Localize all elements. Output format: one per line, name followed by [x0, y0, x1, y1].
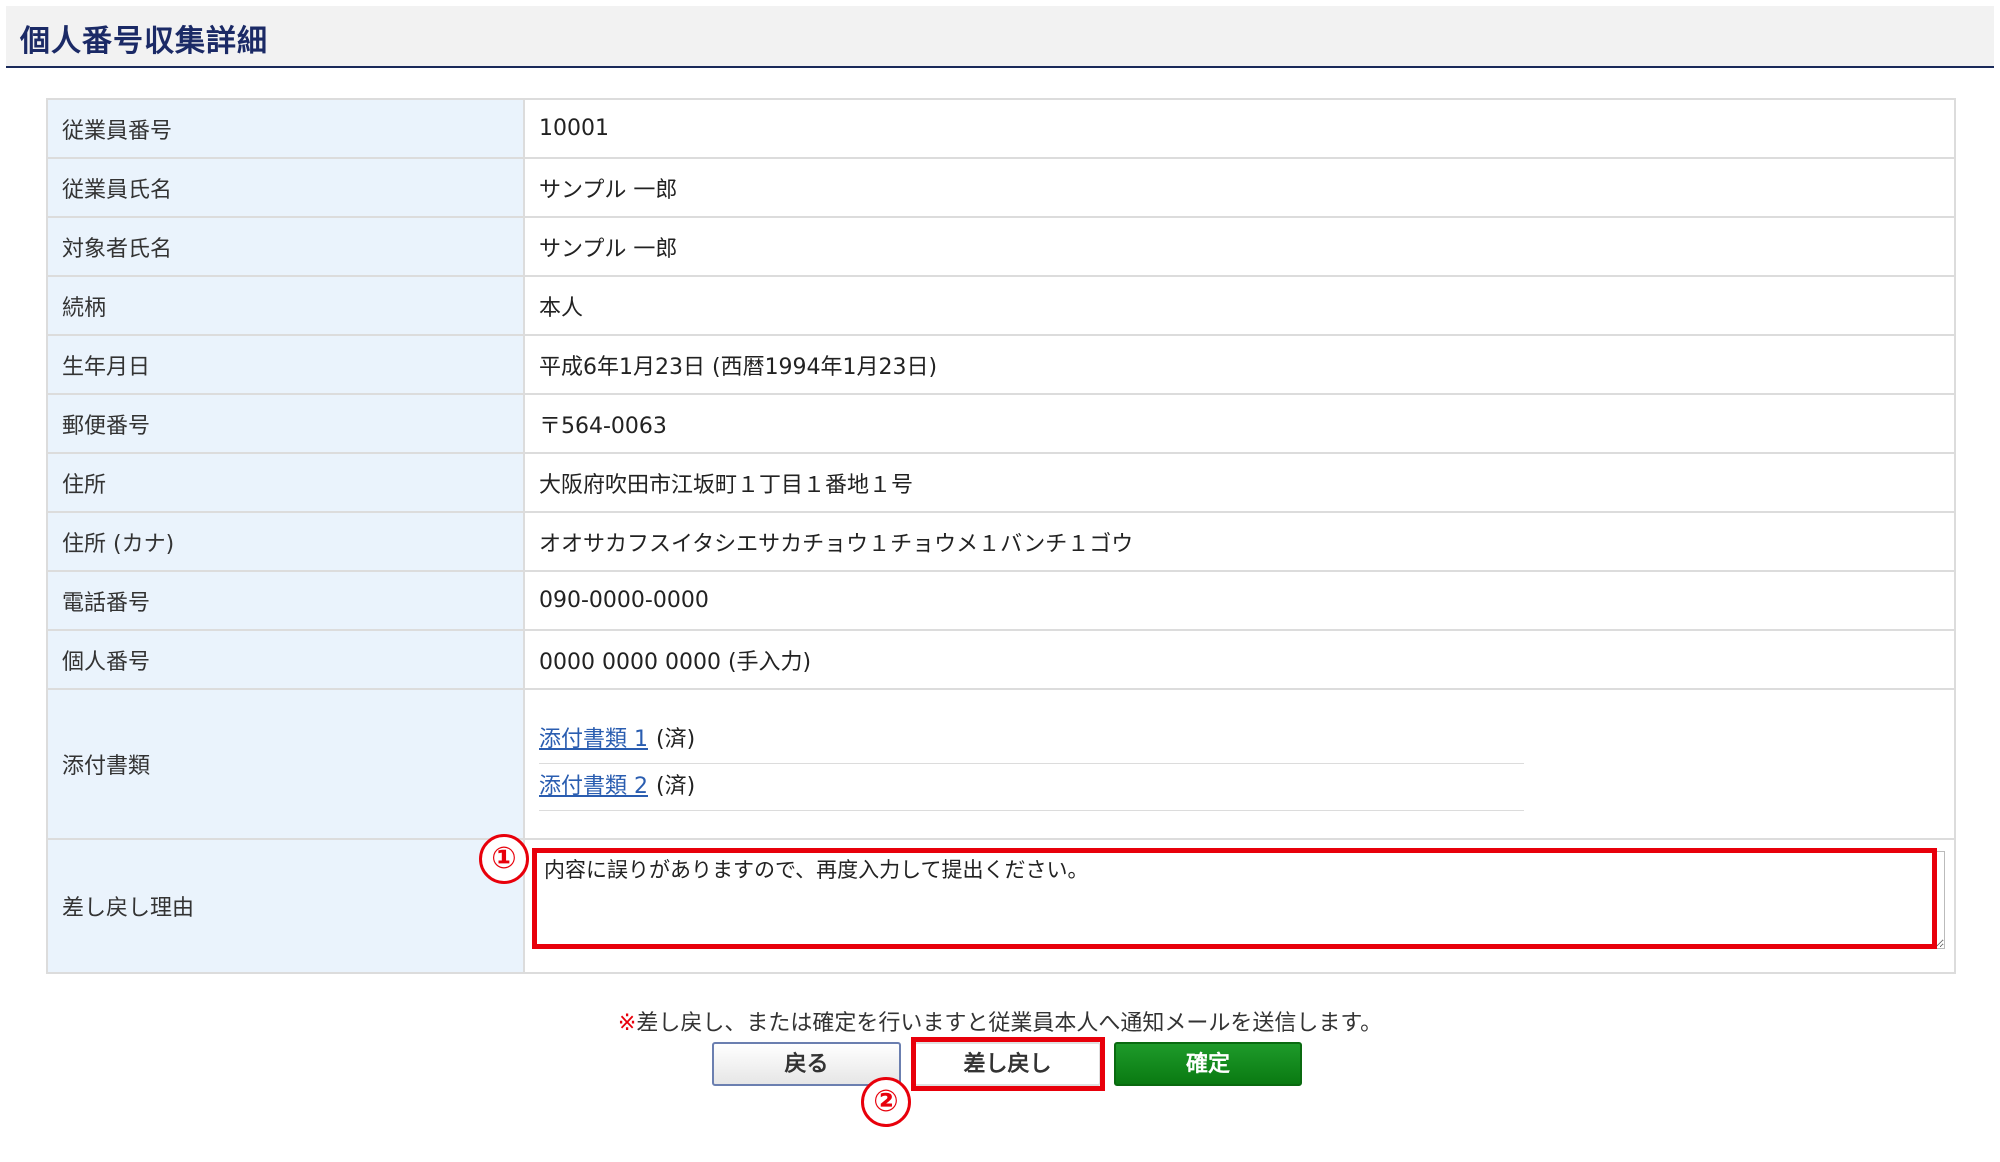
row-label: 住所	[46, 452, 525, 513]
row-employee-name: 従業員氏名 サンプル 一郎	[46, 157, 1956, 218]
attachment-status: (済)	[656, 727, 696, 752]
address-value: 大阪府吹田市江坂町１丁目１番地１号	[523, 452, 1956, 513]
row-postal-code: 郵便番号 〒564-0063	[46, 393, 1956, 454]
page-title: 個人番号収集詳細	[20, 24, 268, 59]
row-attachments: 添付書類 添付書類 1 (済) 添付書類 2 (済)	[46, 688, 1956, 840]
row-address-kana: 住所 (カナ) オオサカフスイタシエサカチョウ１チョウメ１バンチ１ゴウ	[46, 511, 1956, 572]
row-return-reason: 差し戻し理由 内容に誤りがありますので、再度入力して提出ください。	[46, 838, 1956, 974]
row-personal-number: 個人番号 0000 0000 0000 (手入力)	[46, 629, 1956, 690]
postal-code-value: 〒564-0063	[523, 393, 1956, 454]
return-reason-textarea[interactable]: 内容に誤りがありますので、再度入力して提出ください。	[535, 851, 1945, 949]
personal-number-value: 0000 0000 0000 (手入力)	[523, 629, 1956, 690]
attachment-item: 添付書類 1 (済)	[539, 717, 1524, 764]
attachment-list: 添付書類 1 (済) 添付書類 2 (済)	[539, 707, 1524, 821]
row-label: 生年月日	[46, 334, 525, 395]
row-birthdate: 生年月日 平成6年1月23日 (西暦1994年1月23日)	[46, 334, 1956, 395]
row-employee-number: 従業員番号 10001	[46, 98, 1956, 159]
return-button[interactable]: 差し戻し	[914, 1042, 1101, 1086]
row-label: 添付書類	[46, 688, 525, 840]
row-label: 差し戻し理由	[46, 838, 525, 974]
attachments-cell: 添付書類 1 (済) 添付書類 2 (済)	[523, 688, 1956, 840]
employee-number-value: 10001	[523, 98, 1956, 159]
address-kana-value: オオサカフスイタシエサカチョウ１チョウメ１バンチ１ゴウ	[523, 511, 1956, 572]
row-label: 個人番号	[46, 629, 525, 690]
annotation-marker-2: ②	[861, 1077, 911, 1127]
return-reason-cell: 内容に誤りがありますので、再度入力して提出ください。	[523, 838, 1956, 974]
confirm-button[interactable]: 確定	[1114, 1042, 1302, 1086]
row-phone: 電話番号 090-0000-0000	[46, 570, 1956, 631]
annotation-marker-1: ①	[479, 834, 529, 884]
target-name-value: サンプル 一郎	[523, 216, 1956, 277]
notice-mark: ※	[617, 1011, 637, 1036]
relationship-value: 本人	[523, 275, 1956, 336]
attachment-status: (済)	[656, 774, 696, 799]
row-label: 従業員氏名	[46, 157, 525, 218]
attachment-link-1[interactable]: 添付書類 1	[539, 727, 648, 752]
phone-value: 090-0000-0000	[523, 570, 1956, 631]
row-address: 住所 大阪府吹田市江坂町１丁目１番地１号	[46, 452, 1956, 513]
notice-message: 差し戻し、または確定を行いますと従業員本人へ通知メールを送信します。	[636, 1011, 1383, 1036]
row-relationship: 続柄 本人	[46, 275, 1956, 336]
row-label: 続柄	[46, 275, 525, 336]
attachment-link-2[interactable]: 添付書類 2	[539, 774, 648, 799]
row-target-name: 対象者氏名 サンプル 一郎	[46, 216, 1956, 277]
detail-table: 従業員番号 10001 従業員氏名 サンプル 一郎 対象者氏名 サンプル 一郎 …	[46, 98, 1956, 974]
row-label: 従業員番号	[46, 98, 525, 159]
row-label: 対象者氏名	[46, 216, 525, 277]
attachment-item: 添付書類 2 (済)	[539, 764, 1524, 811]
employee-name-value: サンプル 一郎	[523, 157, 1956, 218]
notice-text: ※差し戻し、または確定を行いますと従業員本人へ通知メールを送信します。	[0, 1005, 2000, 1037]
page-header: 個人番号収集詳細	[6, 6, 1994, 68]
row-label: 住所 (カナ)	[46, 511, 525, 572]
row-label: 郵便番号	[46, 393, 525, 454]
birthdate-value: 平成6年1月23日 (西暦1994年1月23日)	[523, 334, 1956, 395]
row-label: 電話番号	[46, 570, 525, 631]
